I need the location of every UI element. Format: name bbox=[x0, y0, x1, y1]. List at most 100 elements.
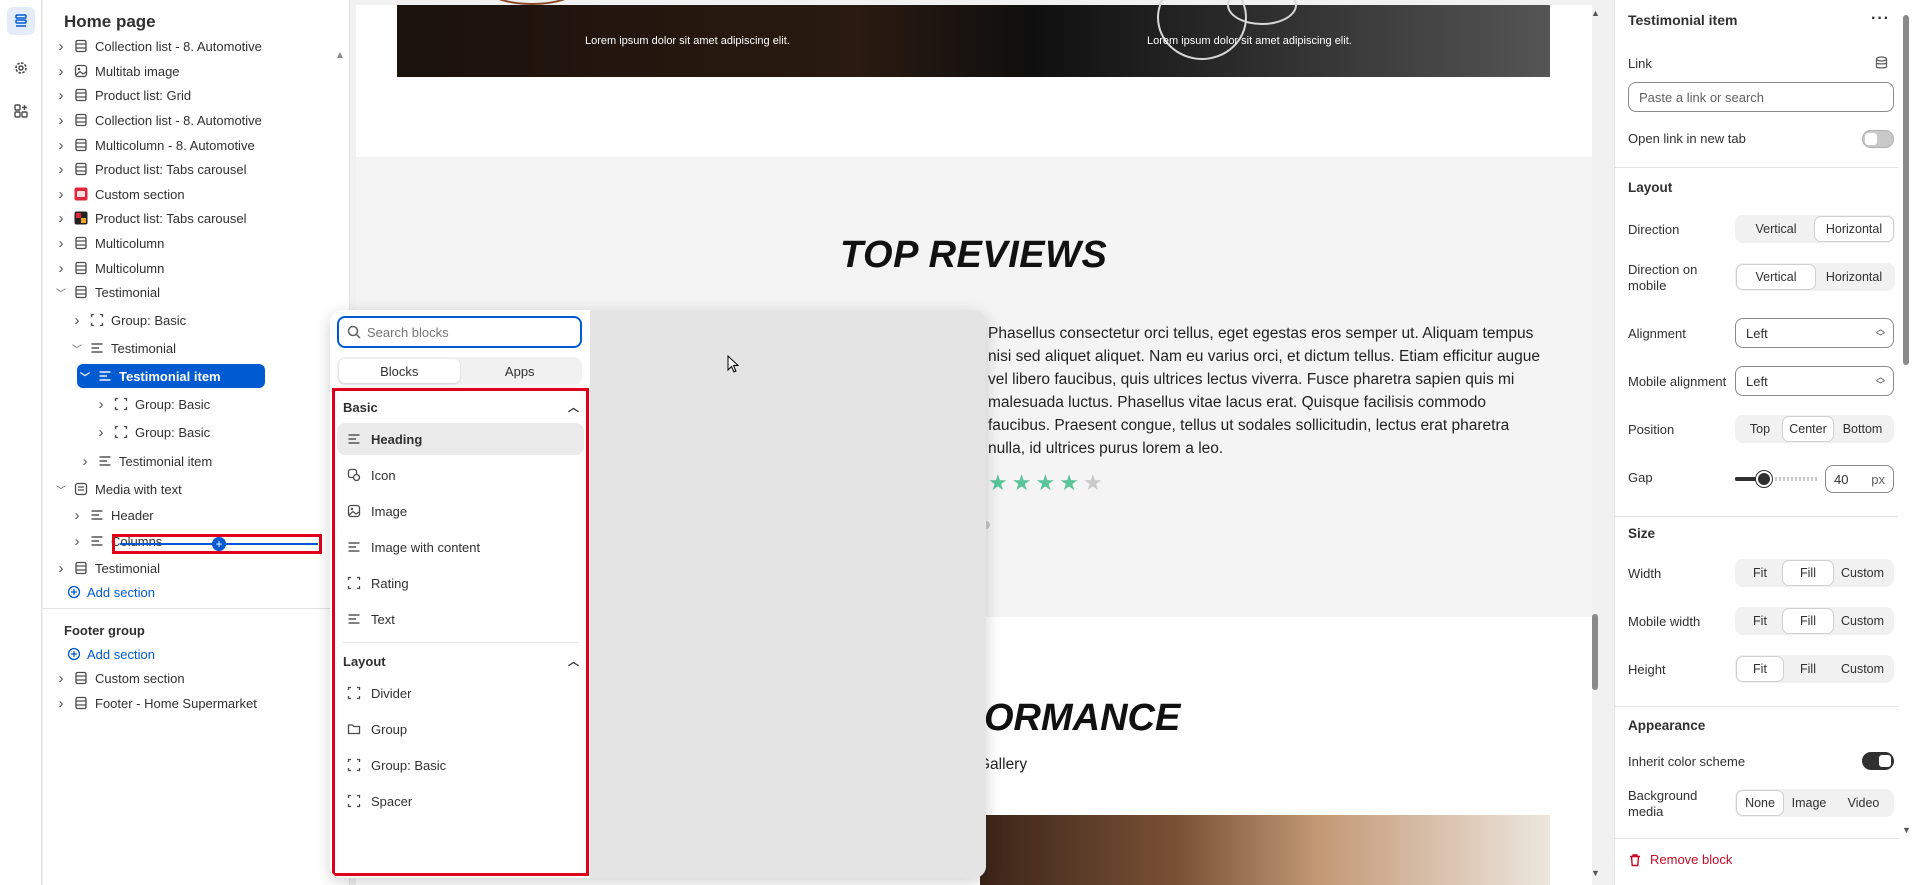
bg-media-option-video[interactable]: Video bbox=[1835, 791, 1892, 815]
tree-item[interactable]: › Testimonial bbox=[53, 556, 161, 580]
tree-item[interactable]: › Multicolumn - 8. Automotive bbox=[53, 133, 255, 157]
chevron-right-icon[interactable]: › bbox=[53, 137, 69, 154]
block-option-icon[interactable]: Icon bbox=[337, 459, 584, 491]
chevron-down-icon[interactable]: ﹀ bbox=[53, 482, 69, 497]
bg-media-option-image[interactable]: Image bbox=[1783, 791, 1835, 815]
tree-item[interactable]: › Product list: Grid bbox=[53, 83, 192, 107]
theme-settings-button[interactable] bbox=[7, 54, 35, 82]
mobile-alignment-select[interactable]: Left ︿ ﹀ bbox=[1735, 366, 1894, 396]
preview-scrollbar[interactable]: ▲ ▼ bbox=[1588, 0, 1602, 885]
width-option-fit[interactable]: Fit bbox=[1737, 561, 1783, 585]
chevron-right-icon[interactable]: › bbox=[53, 560, 69, 577]
chevron-right-icon[interactable]: › bbox=[93, 396, 109, 413]
footer-tree-item[interactable]: › Footer - Home Supermarket bbox=[53, 691, 257, 715]
chevron-right-icon[interactable]: › bbox=[53, 260, 69, 277]
tree-item[interactable]: › Collection list - 8. Automotive bbox=[53, 34, 262, 58]
direction-option-horizontal[interactable]: Horizontal bbox=[1815, 217, 1893, 241]
chevron-down-icon[interactable]: ﹀ bbox=[69, 341, 85, 356]
tree-item[interactable]: › Header bbox=[69, 503, 154, 527]
chevron-right-icon[interactable]: › bbox=[69, 312, 85, 329]
link-input[interactable] bbox=[1628, 82, 1894, 112]
preview-scroll-down[interactable]: ▼ bbox=[1591, 868, 1600, 878]
tree-item[interactable]: › Multitab image bbox=[53, 59, 180, 83]
alignment-select[interactable]: Left ︿ ﹀ bbox=[1735, 318, 1894, 348]
height-option-fit[interactable]: Fit bbox=[1737, 657, 1783, 681]
more-actions-icon[interactable]: ··· bbox=[1871, 10, 1890, 28]
chevron-right-icon[interactable]: › bbox=[93, 424, 109, 441]
height-option-fill[interactable]: Fill bbox=[1783, 657, 1833, 681]
block-option-image[interactable]: Image bbox=[337, 495, 584, 527]
mobile-width-option-fill[interactable]: Fill bbox=[1783, 609, 1833, 633]
inherit-color-toggle[interactable] bbox=[1862, 752, 1894, 770]
chevron-right-icon[interactable]: › bbox=[53, 63, 69, 80]
remove-block-button[interactable]: Remove block bbox=[1628, 852, 1732, 867]
position-option-top[interactable]: Top bbox=[1737, 417, 1783, 441]
insert-block-plus-button[interactable]: + bbox=[212, 537, 226, 551]
add-section-button[interactable]: Add section bbox=[67, 580, 155, 604]
chevron-right-icon[interactable]: › bbox=[53, 161, 69, 178]
chevron-right-icon[interactable]: › bbox=[53, 210, 69, 227]
chevron-right-icon[interactable]: › bbox=[77, 453, 93, 470]
dynamic-source-icon[interactable] bbox=[1875, 56, 1888, 70]
block-option-divider[interactable]: Divider bbox=[337, 677, 584, 709]
direction-mobile-option-vertical[interactable]: Vertical bbox=[1737, 265, 1815, 289]
block-option-text[interactable]: Text bbox=[337, 603, 584, 635]
sections-nav-button[interactable] bbox=[7, 7, 35, 35]
direction-mobile-option-horizontal[interactable]: Horizontal bbox=[1815, 265, 1893, 289]
tree-item[interactable]: › Custom section bbox=[53, 182, 185, 206]
chevron-right-icon[interactable]: › bbox=[53, 235, 69, 252]
tab-apps[interactable]: Apps bbox=[460, 359, 581, 383]
tree-item[interactable]: › Group: Basic bbox=[93, 392, 211, 416]
tree-item[interactable]: › Group: Basic bbox=[93, 420, 211, 444]
preview-scroll-thumb[interactable] bbox=[1592, 614, 1598, 690]
basic-group-header[interactable]: Basic ︿ bbox=[343, 399, 579, 415]
block-option-image-with-content[interactable]: Image with content bbox=[337, 531, 584, 563]
settings-scroll-thumb[interactable] bbox=[1903, 15, 1909, 365]
preview-scroll-up[interactable]: ▲ bbox=[1591, 8, 1600, 18]
open-new-tab-toggle[interactable] bbox=[1862, 130, 1894, 148]
block-option-heading[interactable]: Heading bbox=[337, 423, 584, 455]
position-option-center[interactable]: Center bbox=[1783, 417, 1833, 441]
chevron-right-icon[interactable]: › bbox=[53, 186, 69, 203]
chevron-right-icon[interactable]: › bbox=[53, 38, 69, 55]
block-option-group[interactable]: Group bbox=[337, 713, 584, 745]
footer-tree-item[interactable]: › Custom section bbox=[53, 666, 185, 690]
search-blocks-input[interactable] bbox=[367, 324, 567, 340]
gap-input[interactable]: 40 px bbox=[1825, 465, 1894, 493]
tree-item[interactable]: › Multicolumn bbox=[53, 256, 165, 280]
tree-item[interactable]: › Collection list - 8. Automotive bbox=[53, 108, 262, 132]
position-option-bottom[interactable]: Bottom bbox=[1833, 417, 1892, 441]
tree-item[interactable]: › Group: Basic bbox=[69, 308, 187, 332]
mobile-width-option-fit[interactable]: Fit bbox=[1737, 609, 1783, 633]
tree-item-selected[interactable]: ﹀ Testimonial item bbox=[77, 364, 265, 388]
tree-item[interactable]: › Multicolumn bbox=[53, 231, 165, 255]
tree-item[interactable]: › Testimonial item bbox=[77, 449, 213, 473]
search-blocks-field[interactable] bbox=[337, 316, 582, 348]
slider-thumb[interactable] bbox=[1756, 471, 1773, 487]
bg-media-option-none[interactable]: None bbox=[1737, 791, 1783, 815]
tree-item[interactable]: ﹀ Testimonial bbox=[53, 280, 160, 304]
block-option-group-basic[interactable]: Group: Basic bbox=[337, 749, 584, 781]
width-option-fill[interactable]: Fill bbox=[1783, 561, 1833, 585]
gap-slider[interactable] bbox=[1735, 471, 1819, 487]
chevron-down-icon[interactable]: ﹀ bbox=[53, 285, 69, 300]
footer-add-section-button[interactable]: Add section bbox=[67, 642, 155, 666]
tree-item[interactable]: ﹀ Media with text bbox=[53, 477, 182, 501]
chevron-right-icon[interactable]: › bbox=[53, 112, 69, 129]
settings-scrollbar[interactable]: ▼ bbox=[1902, 10, 1911, 880]
layout-group-header[interactable]: Layout ︿ bbox=[343, 653, 579, 669]
mobile-width-option-custom[interactable]: Custom bbox=[1833, 609, 1892, 633]
direction-option-vertical[interactable]: Vertical bbox=[1737, 217, 1815, 241]
block-option-rating[interactable]: Rating bbox=[337, 567, 584, 599]
width-option-custom[interactable]: Custom bbox=[1833, 561, 1892, 585]
chevron-right-icon[interactable]: › bbox=[69, 507, 85, 524]
tree-item[interactable]: ﹀ Testimonial bbox=[69, 336, 176, 360]
tree-item[interactable]: › Product list: Tabs carousel bbox=[53, 157, 247, 181]
settings-scroll-down[interactable]: ▼ bbox=[1902, 825, 1911, 835]
tree-item[interactable]: › Product list: Tabs carousel bbox=[53, 206, 247, 230]
apps-nav-button[interactable] bbox=[7, 97, 35, 125]
scroll-up-arrow[interactable]: ▲ bbox=[335, 50, 345, 61]
block-option-spacer[interactable]: Spacer bbox=[337, 785, 584, 817]
chevron-right-icon[interactable]: › bbox=[69, 533, 85, 550]
chevron-right-icon[interactable]: › bbox=[53, 87, 69, 104]
